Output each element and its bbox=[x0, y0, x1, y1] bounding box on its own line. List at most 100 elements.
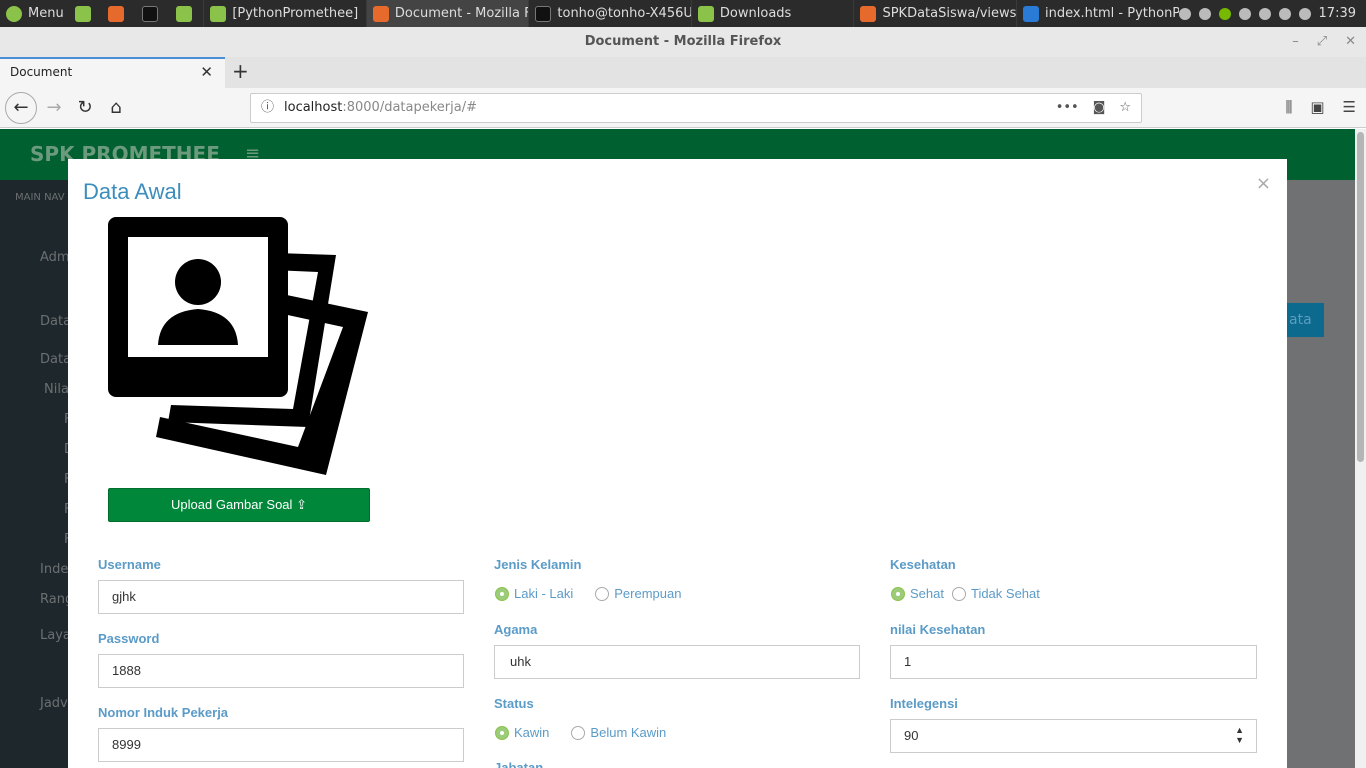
info-icon[interactable]: ⓘ bbox=[261, 94, 274, 122]
intelegensi-value: 90 bbox=[904, 728, 919, 743]
bluetooth-icon[interactable] bbox=[1198, 7, 1211, 20]
sidebar-subitem[interactable]: Nila bbox=[44, 382, 69, 397]
window-titlebar: Document - Mozilla Firefox – ⤢ ✕ bbox=[0, 27, 1366, 57]
url-path: :8000/datapekerja/# bbox=[342, 100, 477, 115]
folder-icon bbox=[210, 5, 227, 22]
taskbar-window-downloads[interactable]: Downloads bbox=[690, 0, 854, 27]
taskbar-window-pythonpromethee[interactable]: [PythonPromethee] bbox=[203, 0, 366, 27]
sidebar-item-data[interactable]: Data bbox=[40, 314, 71, 329]
launcher-files[interactable] bbox=[69, 0, 103, 27]
status-radio-group: Kawin Belum Kawin bbox=[495, 725, 688, 740]
sidebar-subitem[interactable]: Inde bbox=[40, 562, 68, 577]
intelegensi-number-input[interactable]: 90 ▲ ▼ bbox=[890, 719, 1257, 753]
folder-icon bbox=[697, 5, 714, 22]
maximize-icon[interactable]: ⤢ bbox=[1317, 27, 1327, 57]
nvidia-icon[interactable] bbox=[1218, 7, 1231, 20]
gender-female-radio[interactable] bbox=[595, 586, 610, 601]
sidebar-subitem[interactable]: Data bbox=[40, 352, 71, 367]
menu-button[interactable]: Menu bbox=[0, 0, 69, 27]
sidebar-header: MAIN NAV bbox=[15, 192, 65, 203]
launcher-home-folder[interactable] bbox=[170, 0, 204, 27]
gender-male-label[interactable]: Laki - Laki bbox=[514, 586, 573, 601]
close-window-icon[interactable]: ✕ bbox=[1345, 27, 1356, 57]
reload-icon[interactable]: ↻ bbox=[71, 94, 99, 122]
username-input[interactable]: gjhk bbox=[98, 580, 464, 614]
forward-icon[interactable]: → bbox=[40, 94, 68, 122]
add-data-button[interactable]: ata bbox=[1287, 303, 1324, 337]
system-tray: 17:39 bbox=[1178, 6, 1366, 21]
kesehatan-tidak-sehat-label[interactable]: Tidak Sehat bbox=[971, 586, 1040, 601]
sidebar-toggle-icon[interactable]: ▣ bbox=[1310, 98, 1324, 116]
taskbar-window-label: [PythonPromethee] bbox=[232, 6, 359, 21]
password-input[interactable]: 1888 bbox=[98, 654, 464, 688]
kesehatan-tidak-sehat-radio[interactable] bbox=[951, 586, 966, 601]
firefox-icon bbox=[108, 5, 125, 22]
gender-male-radio[interactable] bbox=[495, 586, 509, 601]
gender-label: Jenis Kelamin bbox=[494, 557, 582, 572]
sidebar-item-jadwal[interactable]: Jadv bbox=[40, 696, 68, 711]
gender-radio-group: Laki - Laki Perempuan bbox=[495, 586, 703, 601]
jabatan-label: Jabatan bbox=[494, 760, 544, 768]
tab-title: Document bbox=[10, 65, 73, 79]
status-kawin-label[interactable]: Kawin bbox=[514, 725, 549, 740]
launcher-terminal[interactable] bbox=[136, 0, 170, 27]
folder-icon bbox=[74, 5, 91, 22]
taskbar-window-label: SPKDataSiswa/views.... bbox=[882, 6, 1016, 21]
close-tab-icon[interactable]: ✕ bbox=[200, 63, 213, 81]
nip-input[interactable]: 8999 bbox=[98, 728, 464, 762]
url-bar[interactable]: ⓘ localhost:8000/datapekerja/# ••• ◙ ☆ bbox=[250, 93, 1142, 123]
window-controls: – ⤢ ✕ bbox=[1292, 27, 1356, 57]
pocket-icon[interactable]: ◙ bbox=[1093, 94, 1106, 122]
taskbar-window-vscode[interactable]: index.html - PythonPr... bbox=[1015, 0, 1179, 27]
status-belum-kawin-radio[interactable] bbox=[571, 725, 586, 740]
page-scrollbar-thumb[interactable] bbox=[1357, 132, 1364, 462]
agama-input[interactable]: uhk bbox=[494, 645, 860, 679]
terminal-icon bbox=[142, 5, 159, 22]
hamburger-menu-icon[interactable]: ☰ bbox=[1343, 98, 1356, 116]
url-actions: ••• ◙ ☆ bbox=[1056, 94, 1131, 122]
clock[interactable]: 17:39 bbox=[1319, 6, 1356, 21]
upload-icon: ⇪ bbox=[296, 497, 307, 512]
sidebar-item-layanan[interactable]: Laya bbox=[40, 628, 71, 643]
status-label: Status bbox=[494, 696, 534, 711]
library-icon[interactable]: ⫼ bbox=[1285, 98, 1292, 116]
folder-icon bbox=[175, 5, 192, 22]
more-actions-icon[interactable]: ••• bbox=[1056, 94, 1079, 122]
nilai-kesehatan-input[interactable]: 1 bbox=[890, 645, 1257, 679]
mint-logo-icon bbox=[6, 5, 22, 22]
browser-tab[interactable]: Document ✕ bbox=[0, 57, 225, 88]
vscode-icon bbox=[1022, 5, 1039, 22]
username-label: Username bbox=[98, 557, 161, 572]
network-icon[interactable] bbox=[1258, 7, 1271, 20]
firefox-icon bbox=[372, 5, 389, 22]
gender-female-label[interactable]: Perempuan bbox=[614, 586, 681, 601]
firefox-icon bbox=[860, 5, 877, 22]
spinner-arrows-icon[interactable]: ▲ ▼ bbox=[1235, 725, 1244, 745]
upload-image-button[interactable]: Upload Gambar Soal ⇪ bbox=[108, 488, 370, 522]
close-icon[interactable]: × bbox=[1256, 173, 1271, 194]
back-icon[interactable]: ← bbox=[5, 92, 37, 124]
launcher-firefox[interactable] bbox=[102, 0, 136, 27]
window-title: Document - Mozilla Firefox bbox=[584, 34, 782, 49]
user-icon[interactable] bbox=[1238, 7, 1251, 20]
kesehatan-sehat-radio[interactable] bbox=[891, 586, 905, 601]
nip-label: Nomor Induk Pekerja bbox=[98, 705, 229, 720]
volume-icon[interactable] bbox=[1298, 7, 1311, 20]
password-label: Password bbox=[98, 631, 160, 646]
sidebar-item-admin[interactable]: Adm bbox=[40, 250, 70, 265]
bookmark-star-icon[interactable]: ☆ bbox=[1119, 94, 1131, 122]
home-icon[interactable]: ⌂ bbox=[102, 94, 130, 122]
taskbar-window-label: tonho@tonho-X456U... bbox=[557, 6, 691, 21]
new-tab-icon[interactable]: + bbox=[232, 59, 249, 83]
shield-icon[interactable] bbox=[1178, 7, 1191, 20]
kesehatan-sehat-label[interactable]: Sehat bbox=[910, 586, 944, 601]
taskbar-window-spkdatasiswa[interactable]: SPKDataSiswa/views.... bbox=[853, 0, 1016, 27]
battery-icon[interactable] bbox=[1278, 7, 1291, 20]
kesehatan-radio-group: Sehat Tidak Sehat bbox=[891, 586, 1062, 601]
status-belum-kawin-label[interactable]: Belum Kawin bbox=[590, 725, 666, 740]
terminal-icon bbox=[535, 5, 552, 22]
taskbar-window-terminal[interactable]: tonho@tonho-X456U... bbox=[528, 0, 691, 27]
taskbar-window-firefox[interactable]: Document - Mozilla F... bbox=[365, 0, 529, 27]
minimize-icon[interactable]: – bbox=[1292, 27, 1299, 57]
status-kawin-radio[interactable] bbox=[495, 725, 509, 740]
